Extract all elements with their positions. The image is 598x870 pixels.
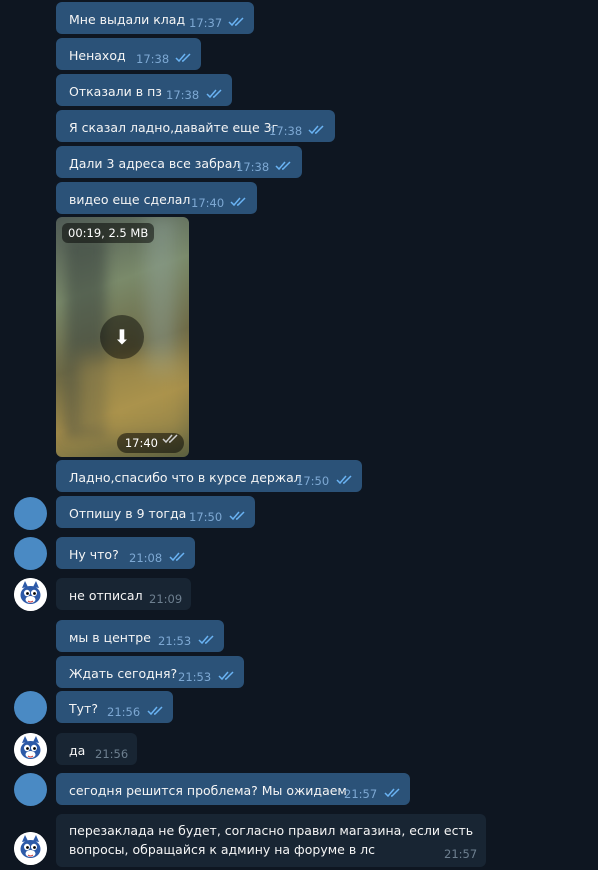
- message-text: Дали 3 адреса все забрал: [69, 156, 241, 171]
- read-checks-icon: [228, 17, 246, 27]
- read-checks-icon: [229, 511, 247, 521]
- read-checks-icon: [175, 53, 193, 63]
- message-text-line2: вопросы, обращайся к админу на форуме в …: [69, 842, 376, 857]
- message-time: 21:57: [444, 847, 478, 861]
- message-text: Ждать сегодня?: [69, 666, 178, 681]
- read-checks-icon: [230, 197, 248, 207]
- download-arrow-icon[interactable]: ⬇: [100, 315, 144, 359]
- message-bubble[interactable]: мы в центре 21:53: [56, 620, 224, 652]
- message-bubble[interactable]: да 21:56: [56, 733, 137, 765]
- avatar[interactable]: [14, 537, 47, 570]
- message-bubble[interactable]: Мне выдали клад 17:37: [56, 2, 254, 34]
- message-time: 21:09: [149, 592, 183, 606]
- message-bubble[interactable]: перезаклада не будет, согласно правил ма…: [56, 814, 486, 867]
- message-bubble[interactable]: Тут? 21:56: [56, 691, 173, 723]
- cat-avatar[interactable]: [14, 733, 47, 766]
- read-checks-icon: [198, 635, 216, 645]
- message-time: 17:38: [166, 88, 200, 102]
- read-checks-icon: [336, 475, 354, 485]
- read-checks-icon: [162, 429, 180, 448]
- video-info-label: 00:19, 2.5 MB: [62, 223, 155, 243]
- avatar[interactable]: [14, 691, 47, 724]
- message-text: Тут?: [69, 701, 98, 716]
- message-bubble[interactable]: Отпишу в 9 тогда 17:50: [56, 496, 255, 528]
- message-text: Ненаход: [69, 48, 126, 63]
- message-text: Отпишу в 9 тогда: [69, 506, 187, 521]
- read-checks-icon: [169, 552, 187, 562]
- avatar[interactable]: [14, 773, 47, 806]
- message-time: 21:08: [129, 551, 163, 565]
- message-text: да: [69, 743, 86, 758]
- message-time: 21:56: [95, 747, 129, 761]
- message-time: 21:53: [178, 670, 212, 684]
- message-bubble[interactable]: видео еще сделал 17:40: [56, 182, 257, 214]
- message-bubble[interactable]: Ну что? 21:08: [56, 537, 195, 569]
- message-bubble[interactable]: Дали 3 адреса все забрал 17:38: [56, 146, 302, 178]
- message-text: Ну что?: [69, 547, 119, 562]
- read-checks-icon: [218, 671, 236, 681]
- message-bubble[interactable]: Ладно,спасибо что в курсе держал 17:50: [56, 460, 362, 492]
- read-checks-icon: [384, 788, 402, 798]
- message-text: Отказали в пз: [69, 84, 162, 99]
- message-text: сегодня решится проблема? Мы ожидаем: [69, 783, 347, 798]
- message-time: 21:56: [107, 705, 141, 719]
- cat-avatar[interactable]: [14, 832, 47, 865]
- message-time: 17:38: [136, 52, 170, 66]
- message-bubble[interactable]: не отписал 21:09: [56, 578, 191, 610]
- message-time: 17:50: [189, 510, 223, 524]
- message-text: видео еще сделал: [69, 192, 191, 207]
- message-time: 17:38: [269, 124, 303, 138]
- message-bubble[interactable]: Ненаход 17:38: [56, 38, 201, 70]
- message-bubble[interactable]: Ждать сегодня? 21:53: [56, 656, 244, 688]
- message-text: не отписал: [69, 588, 143, 603]
- message-text-line1: перезаклада не будет, согласно правил ма…: [69, 823, 474, 838]
- message-time: 21:57: [344, 787, 378, 801]
- message-time: 21:53: [158, 634, 192, 648]
- message-time: 17:37: [189, 16, 223, 30]
- avatar[interactable]: [14, 497, 47, 530]
- message-bubble[interactable]: Отказали в пз 17:38: [56, 74, 232, 106]
- read-checks-icon: [206, 89, 224, 99]
- cat-avatar[interactable]: [14, 578, 47, 611]
- video-message[interactable]: 00:19, 2.5 MB ⬇ 17:40: [56, 217, 189, 457]
- message-time: 17:40: [191, 196, 225, 210]
- message-bubble[interactable]: сегодня решится проблема? Мы ожидаем 21:…: [56, 773, 410, 805]
- message-time: 17:50: [296, 474, 330, 488]
- message-time: 17:38: [236, 160, 270, 174]
- read-checks-icon: [147, 706, 165, 716]
- message-text: Ладно,спасибо что в курсе держал: [69, 470, 302, 485]
- message-text: мы в центре: [69, 630, 151, 645]
- message-bubble[interactable]: Я сказал ладно,давайте еще 3г 17:38: [56, 110, 335, 142]
- message-text: Я сказал ладно,давайте еще 3г: [69, 120, 279, 135]
- message-text: Мне выдали клад: [69, 12, 186, 27]
- read-checks-icon: [275, 161, 293, 171]
- read-checks-icon: [308, 125, 326, 135]
